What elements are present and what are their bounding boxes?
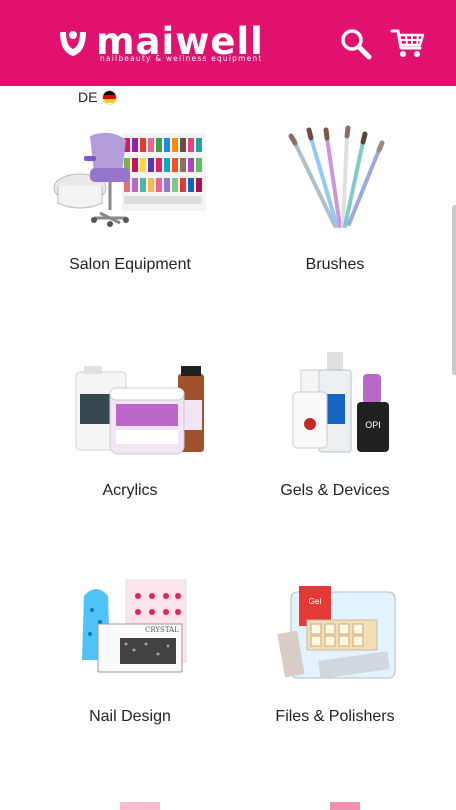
svg-text:Gel: Gel (309, 597, 322, 606)
germany-flag-icon (102, 89, 118, 105)
category-label: Files & Polishers (275, 708, 395, 725)
category-label: Salon Equipment (69, 256, 191, 273)
category-tile-files-polishers[interactable]: Gel Files & Polishers (235, 562, 435, 752)
nail-brushes-image (288, 125, 385, 228)
nail-files-image: Gel (277, 586, 396, 679)
search-button[interactable] (338, 26, 374, 62)
category-tile-nail-design[interactable]: CRYSTAL Nail Design (30, 562, 230, 752)
nail-design-image: CRYSTAL (82, 579, 187, 673)
language-selector[interactable]: DE (78, 88, 118, 106)
gel-polish-image: OPI (292, 352, 389, 453)
partial-tile-image (330, 802, 360, 810)
shopping-cart-icon (390, 29, 425, 57)
language-code: DE (78, 89, 98, 105)
category-label: Acrylics (102, 482, 158, 499)
svg-text:OPI: OPI (365, 420, 381, 430)
logo-mark-icon (60, 31, 86, 56)
category-tile-acrylics[interactable]: Acrylics (30, 336, 230, 526)
cart-button[interactable] (390, 26, 426, 62)
acrylic-powder-image (75, 366, 204, 455)
search-icon (341, 29, 372, 60)
category-label: Gels & Devices (280, 482, 390, 499)
category-label: Brushes (305, 256, 365, 273)
pedicure-chair-image (53, 132, 206, 227)
maiwell-logo[interactable]: maiwell nailbeauty & wellness equipment (56, 20, 306, 68)
scrollbar[interactable] (452, 205, 456, 375)
category-label: Nail Design (89, 708, 171, 725)
category-tile-brushes[interactable]: Brushes (235, 110, 435, 300)
logo-tagline: nailbeauty & wellness equipment (100, 54, 263, 63)
svg-text:CRYSTAL: CRYSTAL (145, 626, 179, 634)
app-header: maiwell nailbeauty & wellness equipment (0, 0, 456, 86)
partial-tile-image (120, 802, 160, 810)
category-tile-gels-devices[interactable]: OPI Gels & Devices (235, 336, 435, 526)
category-tile-salon-equipment[interactable]: Salon Equipment (30, 110, 230, 300)
